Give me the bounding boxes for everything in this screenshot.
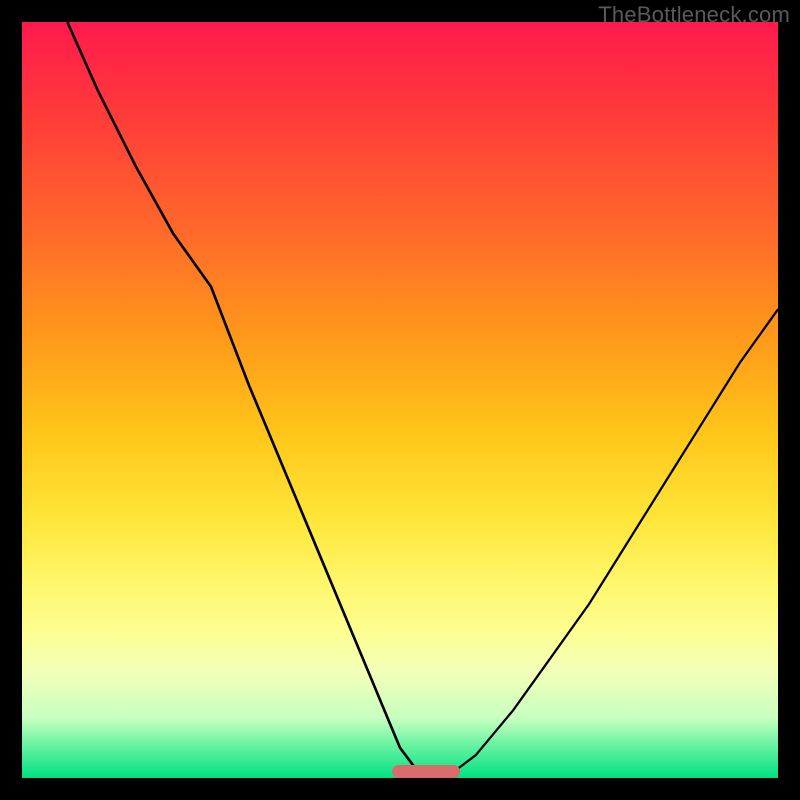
- curve-right-branch: [445, 309, 778, 778]
- plot-area: [22, 22, 778, 778]
- curve-left-branch: [67, 22, 422, 778]
- chart-frame: TheBottleneck.com: [0, 0, 800, 800]
- bottleneck-curve: [22, 22, 778, 778]
- optimal-range-marker: [392, 765, 460, 778]
- watermark-text: TheBottleneck.com: [598, 2, 790, 28]
